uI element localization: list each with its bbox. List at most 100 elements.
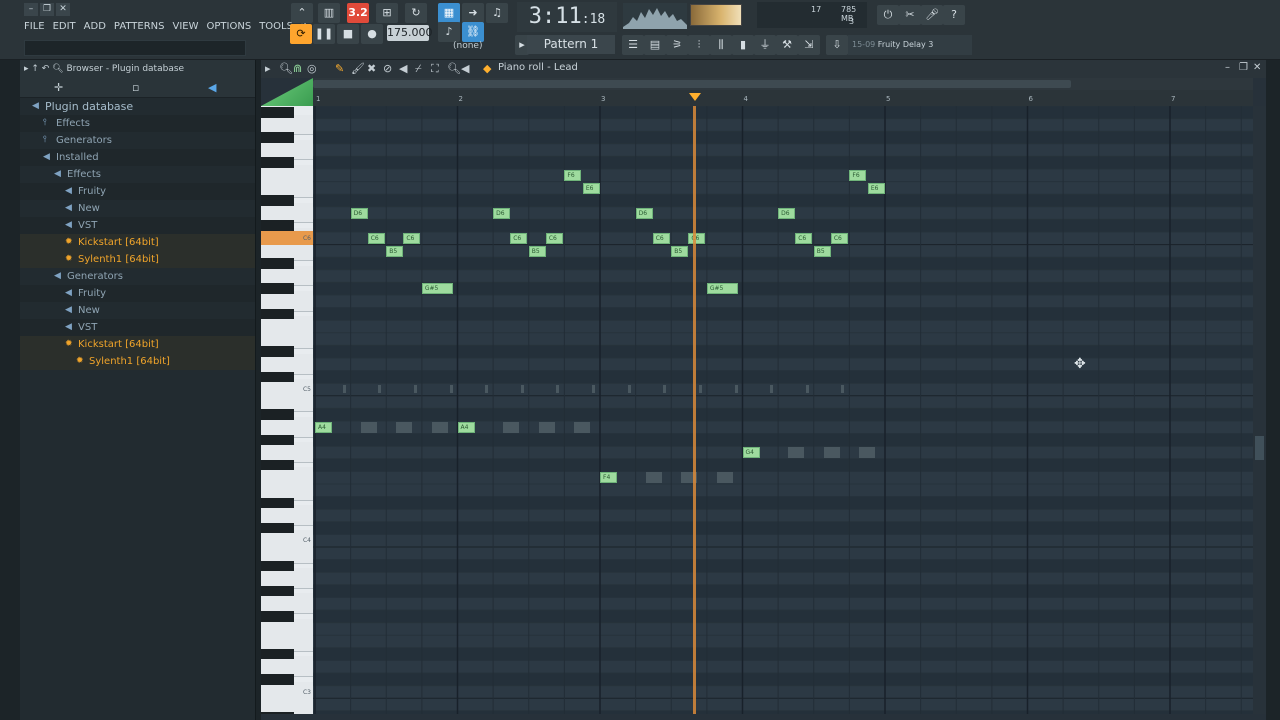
midi-note[interactable]: C6 [367, 233, 385, 244]
browser-item[interactable]: ◀︎ Fruity [20, 183, 255, 200]
magnet-search-icon[interactable]: 🔍︎ [279, 62, 293, 75]
clock-icon[interactable]: ◎ [307, 62, 317, 75]
select-icon[interactable]: ⛶ [431, 62, 439, 76]
black-key[interactable] [261, 711, 294, 714]
black-key[interactable] [261, 585, 294, 597]
record-icon[interactable]: ● [361, 24, 383, 44]
output-icon[interactable]: ⇲ [798, 35, 820, 55]
metronome-icon[interactable]: ♫ [486, 3, 508, 23]
arrow-icon[interactable]: ▸ [265, 62, 271, 75]
midi-note[interactable]: F6 [849, 170, 867, 181]
browser-item[interactable]: ◀︎ Fruity [20, 285, 255, 302]
black-key[interactable] [261, 560, 294, 572]
link-icon[interactable]: ⛓ [462, 22, 484, 42]
black-key[interactable] [261, 157, 294, 168]
playlist-icon[interactable]: ☰ [622, 35, 644, 55]
black-key[interactable] [261, 283, 294, 294]
browser-item[interactable]: ◀︎ New [20, 302, 255, 319]
mic-icon[interactable]: 🎤︎ [921, 5, 943, 25]
midi-note[interactable]: C6 [830, 233, 848, 244]
midi-note[interactable]: B5 [528, 245, 546, 257]
mixer-icon[interactable]: ⫶ [688, 35, 710, 55]
midi-note[interactable]: C6 [688, 233, 706, 244]
midi-note[interactable]: C6 [652, 233, 670, 244]
midi-note[interactable]: D6 [778, 207, 796, 219]
black-key[interactable] [261, 497, 294, 509]
midi-note[interactable]: C6 [403, 233, 421, 244]
sliders-icon[interactable]: ⫼ [710, 35, 732, 55]
vertical-scrollbar[interactable] [1253, 106, 1266, 714]
piano-keyboard[interactable]: C6 C5 C4 C3 [261, 106, 313, 714]
step-edit-icon[interactable]: ⊞ [376, 3, 398, 23]
midi-note[interactable]: B5 [671, 245, 689, 257]
loop-record-icon[interactable]: ↻ [405, 3, 427, 23]
mute-icon[interactable]: ◀︎ [399, 62, 407, 75]
metronome-knob-icon[interactable]: ⌃ [291, 3, 313, 23]
pr-close-icon[interactable]: ✕ [1253, 62, 1261, 73]
record-mode-icon[interactable]: ▥ [318, 3, 340, 23]
playback-icon[interactable]: ◀︎ [461, 62, 469, 75]
cut-icon[interactable]: ✂ [899, 5, 921, 25]
download-icon[interactable]: ⇩ [826, 35, 848, 55]
tempo-display[interactable]: 175.000 [387, 25, 433, 41]
help-icon[interactable]: ? [943, 5, 965, 25]
browser-item[interactable]: ✹ Sylenth1 [64bit] [20, 251, 255, 268]
horizontal-scroll-thumb[interactable] [313, 80, 1071, 88]
menu-file[interactable]: FILE [24, 19, 45, 35]
browser-item[interactable]: ◀︎ Effects [20, 166, 255, 183]
folder-icon[interactable]: ▮ [732, 35, 754, 55]
undo-history-icon[interactable]: ⏻ [877, 5, 899, 25]
eraser-icon[interactable]: ✖ [367, 62, 376, 75]
minimize-icon[interactable]: – [24, 3, 38, 16]
expand-icon[interactable]: ✛ [54, 81, 63, 94]
snap-select[interactable]: (none) [453, 41, 482, 51]
time-display[interactable]: 3:11:18 [517, 2, 617, 32]
pattern-selector[interactable]: Pattern 1 [527, 35, 615, 54]
brush-icon[interactable]: 🖌︎ [351, 62, 365, 75]
file-icon[interactable]: ▫ [132, 81, 139, 94]
typing-keyboard-icon[interactable]: ▦ [438, 3, 460, 23]
black-key[interactable] [261, 611, 294, 622]
browser-item[interactable]: ✹ Sylenth1 [64bit] [20, 353, 255, 370]
pr-maximize-icon[interactable]: ❐ [1239, 62, 1248, 73]
black-key[interactable] [261, 258, 294, 269]
maximize-icon[interactable]: ❐ [40, 3, 54, 16]
midi-note[interactable]: G#5 [706, 283, 739, 295]
channel-rack-icon[interactable]: ⚞ [666, 35, 688, 55]
zoom-icon[interactable]: 🔍︎ [447, 62, 461, 75]
tools-icon[interactable]: ⚒ [776, 35, 798, 55]
midi-note[interactable]: D6 [350, 207, 368, 219]
black-key[interactable] [261, 220, 294, 231]
delete-icon[interactable]: ⊘ [383, 62, 392, 75]
midi-note[interactable]: B5 [386, 245, 404, 257]
midi-note[interactable]: F6 [564, 170, 582, 181]
black-key[interactable] [261, 459, 294, 471]
menu-edit[interactable]: EDIT [53, 19, 76, 35]
black-key[interactable] [261, 434, 294, 446]
midi-note[interactable]: C6 [795, 233, 813, 244]
black-key[interactable] [261, 132, 294, 143]
browser-item[interactable]: ◀︎ New [20, 200, 255, 217]
midi-note[interactable]: A4 [457, 422, 475, 433]
browser-item[interactable]: ✹ Kickstart [64bit] [20, 234, 255, 251]
plugin-icon[interactable]: ⏚ [754, 35, 776, 55]
black-key[interactable] [261, 195, 294, 206]
midi-note[interactable]: C6 [545, 233, 563, 244]
menu-tools[interactable]: TOOLS [259, 19, 293, 35]
browser-item[interactable]: ✹ Kickstart [64bit] [20, 336, 255, 353]
pencil-icon[interactable]: ✎ [335, 62, 344, 75]
black-key[interactable] [261, 674, 294, 685]
black-key[interactable] [261, 409, 294, 420]
midi-note[interactable]: F4 [600, 472, 618, 484]
midi-note[interactable]: A4 [315, 422, 333, 433]
speaker-icon[interactable]: ◀︎ [208, 81, 216, 94]
note-grid[interactable]: F6E6D6C6B5C6G#5D6C6B5C6D6C6B5C6G#5D6C6B5… [313, 106, 1253, 714]
menu-options[interactable]: OPTIONS [207, 19, 252, 35]
midi-note[interactable]: D6 [493, 207, 511, 219]
black-key[interactable] [261, 648, 294, 660]
pr-minimize-icon[interactable]: – [1225, 62, 1230, 73]
black-key[interactable] [261, 107, 294, 118]
menu-view[interactable]: VIEW [173, 19, 199, 35]
arrow-right-icon[interactable]: ➜ [462, 3, 484, 23]
midi-note[interactable]: E6 [867, 182, 885, 194]
